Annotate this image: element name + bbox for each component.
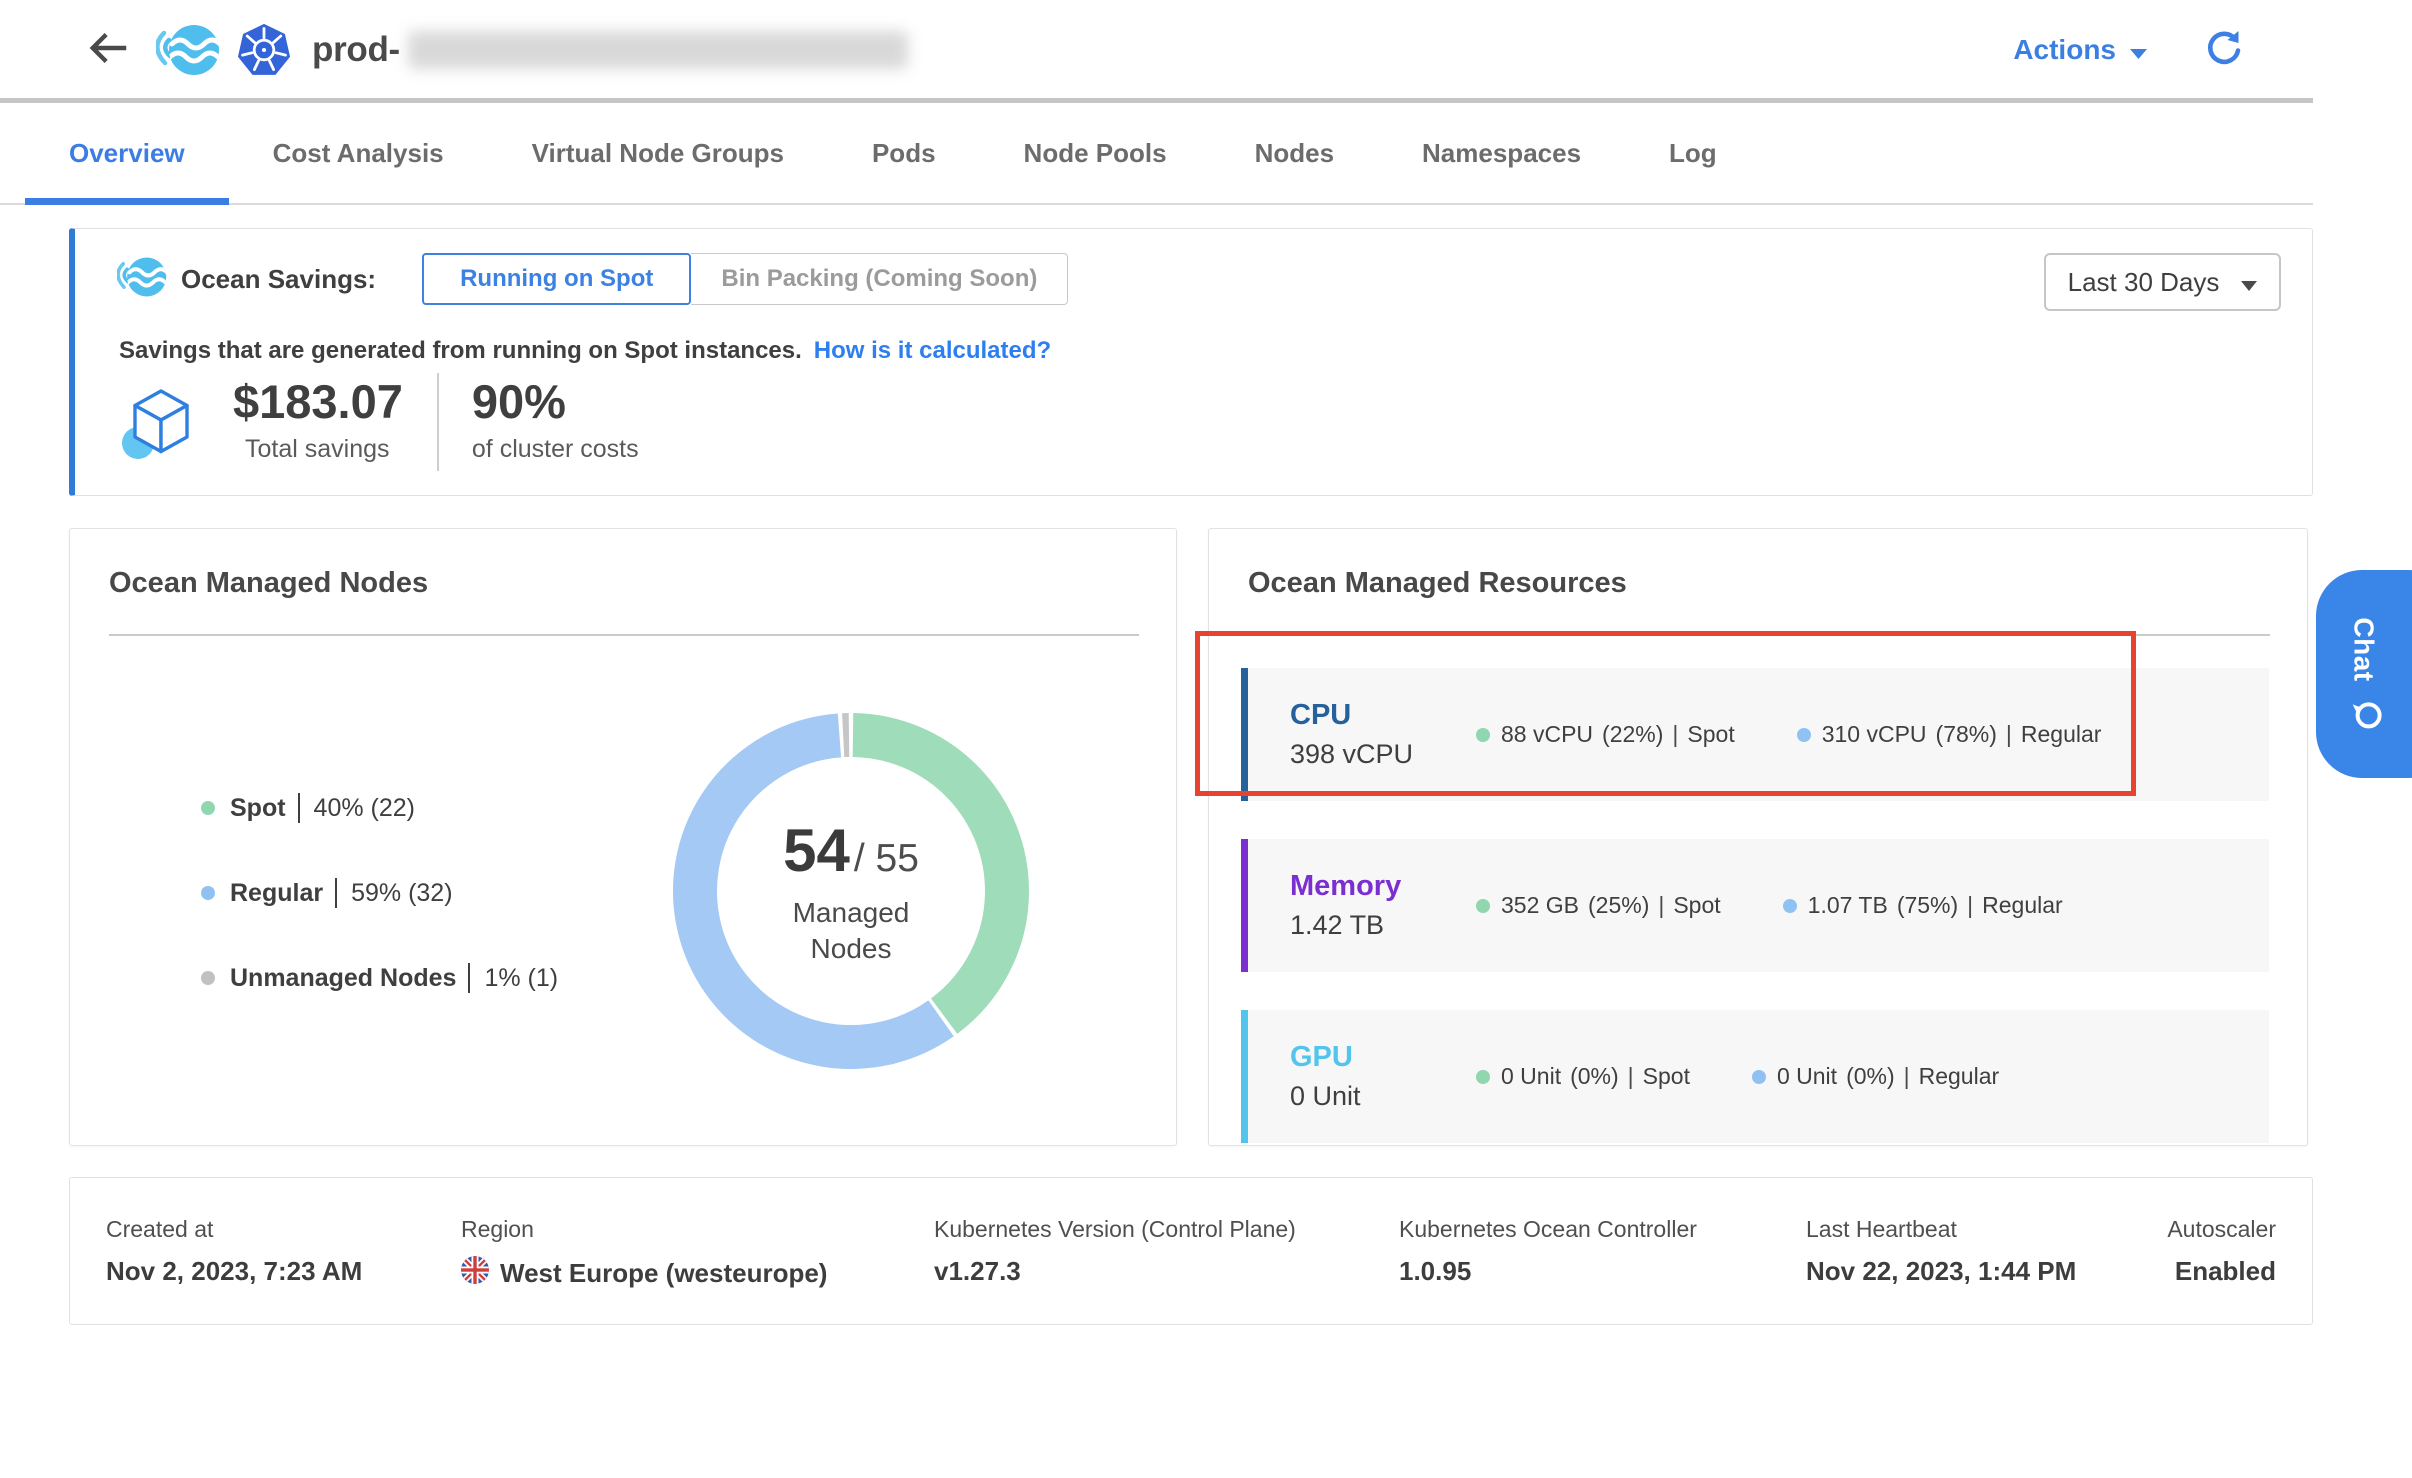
tab-namespaces[interactable]: Namespaces [1378,103,1625,203]
chevron-down-icon [2241,267,2257,298]
back-button[interactable] [84,25,134,75]
cluster-title: prod- [312,30,400,70]
card-divider [1248,634,2270,636]
page: prod- Actions Overview Cost Analysis Vir… [0,0,2412,1478]
memory-total: 1.42 TB [1290,910,1448,941]
memory-regular-stat: 1.07 TB (75%) | Regular [1783,892,2063,919]
kubernetes-logo-icon [236,22,292,78]
period-dropdown[interactable]: Last 30 Days [2044,253,2281,311]
detail-last-heartbeat: Last Heartbeat Nov 22, 2023, 1:44 PM [1806,1216,2076,1287]
resource-row-cpu: CPU 398 vCPU 88 vCPU (22%) | Spot 310 vC… [1241,668,2269,801]
resource-row-memory: Memory 1.42 TB 352 GB (25%) | Spot 1.07 … [1241,839,2269,972]
regular-dot [1797,728,1811,742]
chat-label: Chat [2348,617,2380,681]
actions-button[interactable]: Actions [2013,34,2147,66]
chat-bubble-icon [2345,697,2384,731]
managed-resources-card: Ocean Managed Resources CPU 398 vCPU 88 … [1208,528,2308,1146]
total-savings-value: $183.07 [233,373,403,431]
spot-dot [1476,728,1490,742]
tab-log[interactable]: Log [1625,103,1761,203]
refresh-button[interactable] [2205,31,2243,69]
cluster-cost-percent: 90% [472,373,639,431]
detail-region: Region [461,1216,827,1291]
refresh-icon [2205,29,2243,72]
cluster-title-redacted [408,31,908,69]
managed-nodes-donut: 54 / 55 Managed Nodes [673,713,1029,1069]
spot-dot [201,801,215,815]
memory-spot-stat: 352 GB (25%) | Spot [1476,892,1721,919]
total-savings-label: Total savings [245,435,403,464]
detail-k8s-version: Kubernetes Version (Control Plane) v1.27… [934,1216,1296,1287]
savings-divider [437,373,439,471]
tab-virtual-node-groups[interactable]: Virtual Node Groups [488,103,828,203]
gpu-regular-stat: 0 Unit (0%) | Regular [1752,1063,1999,1090]
savings-toggle-group: Running on Spot Bin Packing (Coming Soon… [422,253,1068,305]
savings-description: Savings that are generated from running … [119,337,1051,365]
period-value: Last 30 Days [2068,267,2220,298]
cluster-cost-label: of cluster costs [472,435,639,464]
cluster-details-bar: Created at Nov 2, 2023, 7:23 AM Region [69,1177,2313,1325]
spot-dot [1476,899,1490,913]
legend-item-regular: Regular 59% (32) [201,876,558,910]
back-arrow-icon [86,25,132,76]
ocean-savings-card: Ocean Savings: Running on Spot Bin Packi… [69,228,2313,496]
regular-dot [1783,899,1797,913]
cpu-spot-stat: 88 vCPU (22%) | Spot [1476,721,1735,748]
managed-nodes-title: Ocean Managed Nodes [109,567,428,600]
cpu-regular-stat: 310 vCPU (78%) | Regular [1797,721,2102,748]
tab-bar: Overview Cost Analysis Virtual Node Grou… [0,103,2313,205]
tab-overview[interactable]: Overview [25,103,229,203]
managed-nodes-card: Ocean Managed Nodes Spot 40% (22) Regula… [69,528,1177,1146]
chat-button[interactable]: Chat [2316,570,2412,778]
chevron-down-icon [2130,34,2147,66]
legend-item-unmanaged: Unmanaged Nodes 1% (1) [201,961,558,995]
actions-label: Actions [2013,34,2116,66]
detail-created-at: Created at Nov 2, 2023, 7:23 AM [106,1216,362,1287]
how-calculated-link[interactable]: How is it calculated? [814,337,1051,364]
gpu-total: 0 Unit [1290,1081,1448,1112]
legend-item-spot: Spot 40% (22) [201,791,558,825]
autoscaler-status: Enabled [2167,1256,2276,1287]
ocean-savings-label: Ocean Savings: [181,264,376,295]
nodes-legend: Spot 40% (22) Regular 59% (32) Unmanaged… [201,791,558,1046]
running-on-spot-toggle[interactable]: Running on Spot [422,253,691,305]
cpu-label: CPU [1290,699,1448,732]
tab-node-pools[interactable]: Node Pools [980,103,1211,203]
resource-row-gpu: GPU 0 Unit 0 Unit (0%) | Spot 0 Unit (0%… [1241,1010,2269,1143]
ocean-logo-icon [156,23,220,77]
regular-dot [1752,1070,1766,1084]
detail-ocean-controller: Kubernetes Ocean Controller 1.0.95 [1399,1216,1697,1287]
detail-autoscaler: Autoscaler Enabled [2167,1216,2276,1287]
spot-dot [1476,1070,1490,1084]
tab-nodes[interactable]: Nodes [1211,103,1378,203]
gpu-spot-stat: 0 Unit (0%) | Spot [1476,1063,1690,1090]
savings-cube-icon [121,383,199,465]
uk-flag-icon [461,1256,489,1291]
ocean-wave-icon [117,255,167,304]
bin-packing-toggle[interactable]: Bin Packing (Coming Soon) [691,253,1068,305]
memory-label: Memory [1290,870,1448,903]
tab-cost-analysis[interactable]: Cost Analysis [229,103,488,203]
gpu-label: GPU [1290,1041,1448,1074]
cpu-total: 398 vCPU [1290,739,1448,770]
tab-pods[interactable]: Pods [828,103,980,203]
header: prod- Actions [0,0,2313,100]
savings-stats: $183.07 Total savings 90% of cluster cos… [121,373,639,471]
unmanaged-dot [201,971,215,985]
card-divider [109,634,1139,636]
managed-resources-title: Ocean Managed Resources [1248,567,1627,600]
regular-dot [201,886,215,900]
